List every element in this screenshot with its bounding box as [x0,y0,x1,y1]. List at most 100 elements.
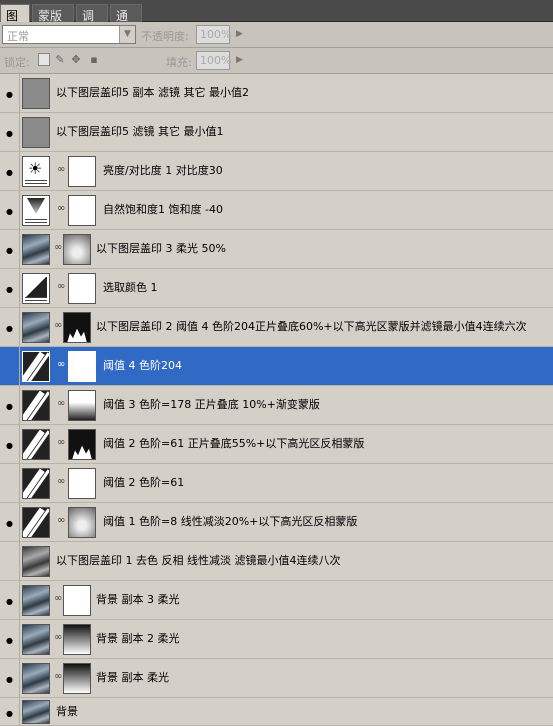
tab-layers[interactable]: 图层 [0,4,30,40]
fill-arrow-icon[interactable]: ▶ [236,55,243,65]
layer-mask-thumbnail[interactable] [68,507,96,538]
layer-mask-thumbnail[interactable] [68,468,96,499]
layer-row[interactable]: ∞ 背景 副本 2 柔光 [0,620,553,659]
lock-fill-bar: 锁定: ✎ ✥ ▪ 填充: 100% ▶ [0,48,553,74]
chain-link-icon[interactable]: ∞ [54,242,62,253]
layer-thumbnail [22,585,50,616]
chain-link-icon[interactable]: ∞ [54,593,62,604]
fill-label: 填充: [166,56,192,69]
layer-row[interactable]: ∞ 阈值 2 色阶=61 正片叠底55%+以下高光区反相蒙版 [0,425,553,464]
layer-row[interactable]: ☀ ∞ 亮度/对比度 1 对比度30 [0,152,553,191]
panel-tab-bar: 图层 蒙版 调整 通道 [0,0,553,40]
layer-thumbnail [22,663,50,694]
eye-icon[interactable] [0,191,20,229]
layer-row[interactable]: ∞ 阈值 2 色阶=61 [0,464,553,503]
layer-mask-thumbnail[interactable] [68,273,96,304]
eye-icon[interactable] [0,347,20,385]
layer-name: 以下图层盖印 1 去色 反相 线性减淡 滤镜最小值4连续八次 [56,554,341,567]
threshold-icon [22,468,50,499]
eye-icon[interactable] [0,464,20,502]
chain-link-icon[interactable]: ∞ [54,320,62,331]
layer-row[interactable]: 以下图层盖印5 副本 滤镜 其它 最小值2 [0,74,553,113]
lock-icon[interactable]: ▪ [88,53,100,66]
chain-link-icon[interactable]: ∞ [57,281,65,292]
layer-row[interactable]: 以下图层盖印5 滤镜 其它 最小值1 [0,113,553,152]
layer-thumbnail [22,78,50,109]
chain-link-icon[interactable]: ∞ [57,164,65,175]
layer-mask-thumbnail[interactable] [68,351,96,382]
layer-name: 以下图层盖印 3 柔光 50% [96,242,226,255]
layer-row[interactable]: ∞ 以下图层盖印 3 柔光 50% [0,230,553,269]
chain-link-icon[interactable]: ∞ [57,515,65,526]
layer-mask-thumbnail[interactable] [63,585,91,616]
chain-link-icon[interactable]: ∞ [57,203,65,214]
layer-name: 阈值 2 色阶=61 正片叠底55%+以下高光区反相蒙版 [103,437,365,450]
threshold-icon [22,351,50,382]
layer-row[interactable]: ∞ 背景 副本 3 柔光 [0,581,553,620]
layer-thumbnail [22,117,50,148]
move-icon[interactable]: ✥ [70,53,82,66]
threshold-icon [22,429,50,460]
layer-thumbnail [22,234,50,265]
layer-mask-thumbnail[interactable] [68,156,96,187]
tab-channels[interactable]: 通道 [110,4,142,40]
layer-row[interactable]: ∞ 自然饱和度1 饱和度 -40 [0,191,553,230]
lock-label: 锁定: [4,56,30,69]
layer-row[interactable]: 背景 [0,698,553,726]
layer-name: 阈值 1 色阶=8 线性减淡20%+以下高光区反相蒙版 [103,515,358,528]
chain-link-icon[interactable]: ∞ [57,476,65,487]
layers-list: 以下图层盖印5 副本 滤镜 其它 最小值2 以下图层盖印5 滤镜 其它 最小值1… [0,74,553,726]
eye-icon[interactable] [0,503,20,541]
chain-link-icon[interactable]: ∞ [54,632,62,643]
opacity-input[interactable]: 100% [196,25,231,44]
eye-icon[interactable] [0,386,20,424]
chain-link-icon[interactable]: ∞ [57,437,65,448]
tab-adjustments[interactable]: 调整 [76,4,108,40]
layer-mask-thumbnail[interactable] [68,429,96,460]
lock-transparent-icon[interactable] [38,53,50,66]
layer-name: 以下图层盖印 2 阈值 4 色阶204正片叠底60%+以下高光区蒙版并滤镜最小值… [96,320,527,333]
layer-mask-thumbnail[interactable] [63,663,91,694]
eye-icon[interactable] [0,698,20,726]
eye-icon[interactable] [0,230,20,268]
fill-input[interactable]: 100% [196,51,231,70]
chain-link-icon[interactable]: ∞ [57,359,65,370]
layer-name: 背景 [56,705,78,718]
chain-link-icon[interactable]: ∞ [54,671,62,682]
brush-icon[interactable]: ✎ [54,53,66,66]
eye-icon[interactable] [0,113,20,151]
layer-row[interactable]: ∞ 阈值 3 色阶=178 正片叠底 10%+渐变蒙版 [0,386,553,425]
chain-link-icon[interactable]: ∞ [57,398,65,409]
eye-icon[interactable] [0,620,20,658]
layer-row[interactable]: ∞ 阈值 1 色阶=8 线性减淡20%+以下高光区反相蒙版 [0,503,553,542]
layer-mask-thumbnail[interactable] [63,234,91,265]
layer-mask-thumbnail[interactable] [68,390,96,421]
layer-mask-thumbnail[interactable] [63,624,91,655]
layer-row[interactable]: 以下图层盖印 1 去色 反相 线性减淡 滤镜最小值4连续八次 [0,542,553,581]
layer-row[interactable]: ∞ 背景 副本 柔光 [0,659,553,698]
eye-icon[interactable] [0,542,20,580]
eye-icon[interactable] [0,74,20,112]
layer-row[interactable]: ∞ 阈值 4 色阶204 [0,347,553,386]
opacity-arrow-icon[interactable]: ▶ [236,29,243,39]
layer-row[interactable]: ∞ 选取颜色 1 [0,269,553,308]
eye-icon[interactable] [0,659,20,697]
layer-mask-thumbnail[interactable] [68,195,96,226]
eye-icon[interactable] [0,425,20,463]
layer-name: 选取颜色 1 [103,281,158,294]
eye-icon[interactable] [0,152,20,190]
eye-icon[interactable] [0,269,20,307]
brightness-contrast-icon: ☀ [22,156,50,187]
blend-mode-select[interactable]: 正常 ▼ [2,25,136,44]
eye-icon[interactable] [0,308,20,346]
tab-masks[interactable]: 蒙版 [32,4,74,23]
opacity-label: 不透明度: [141,30,189,43]
selective-color-icon [22,273,50,304]
layer-name: 背景 副本 3 柔光 [96,593,180,606]
eye-icon[interactable] [0,581,20,619]
chevron-down-icon: ▼ [119,26,135,43]
layer-mask-thumbnail[interactable] [63,312,91,343]
layer-row[interactable]: ∞ 以下图层盖印 2 阈值 4 色阶204正片叠底60%+以下高光区蒙版并滤镜最… [0,308,553,347]
layer-name: 自然饱和度1 饱和度 -40 [103,203,223,216]
blend-mode-value: 正常 [7,30,29,43]
